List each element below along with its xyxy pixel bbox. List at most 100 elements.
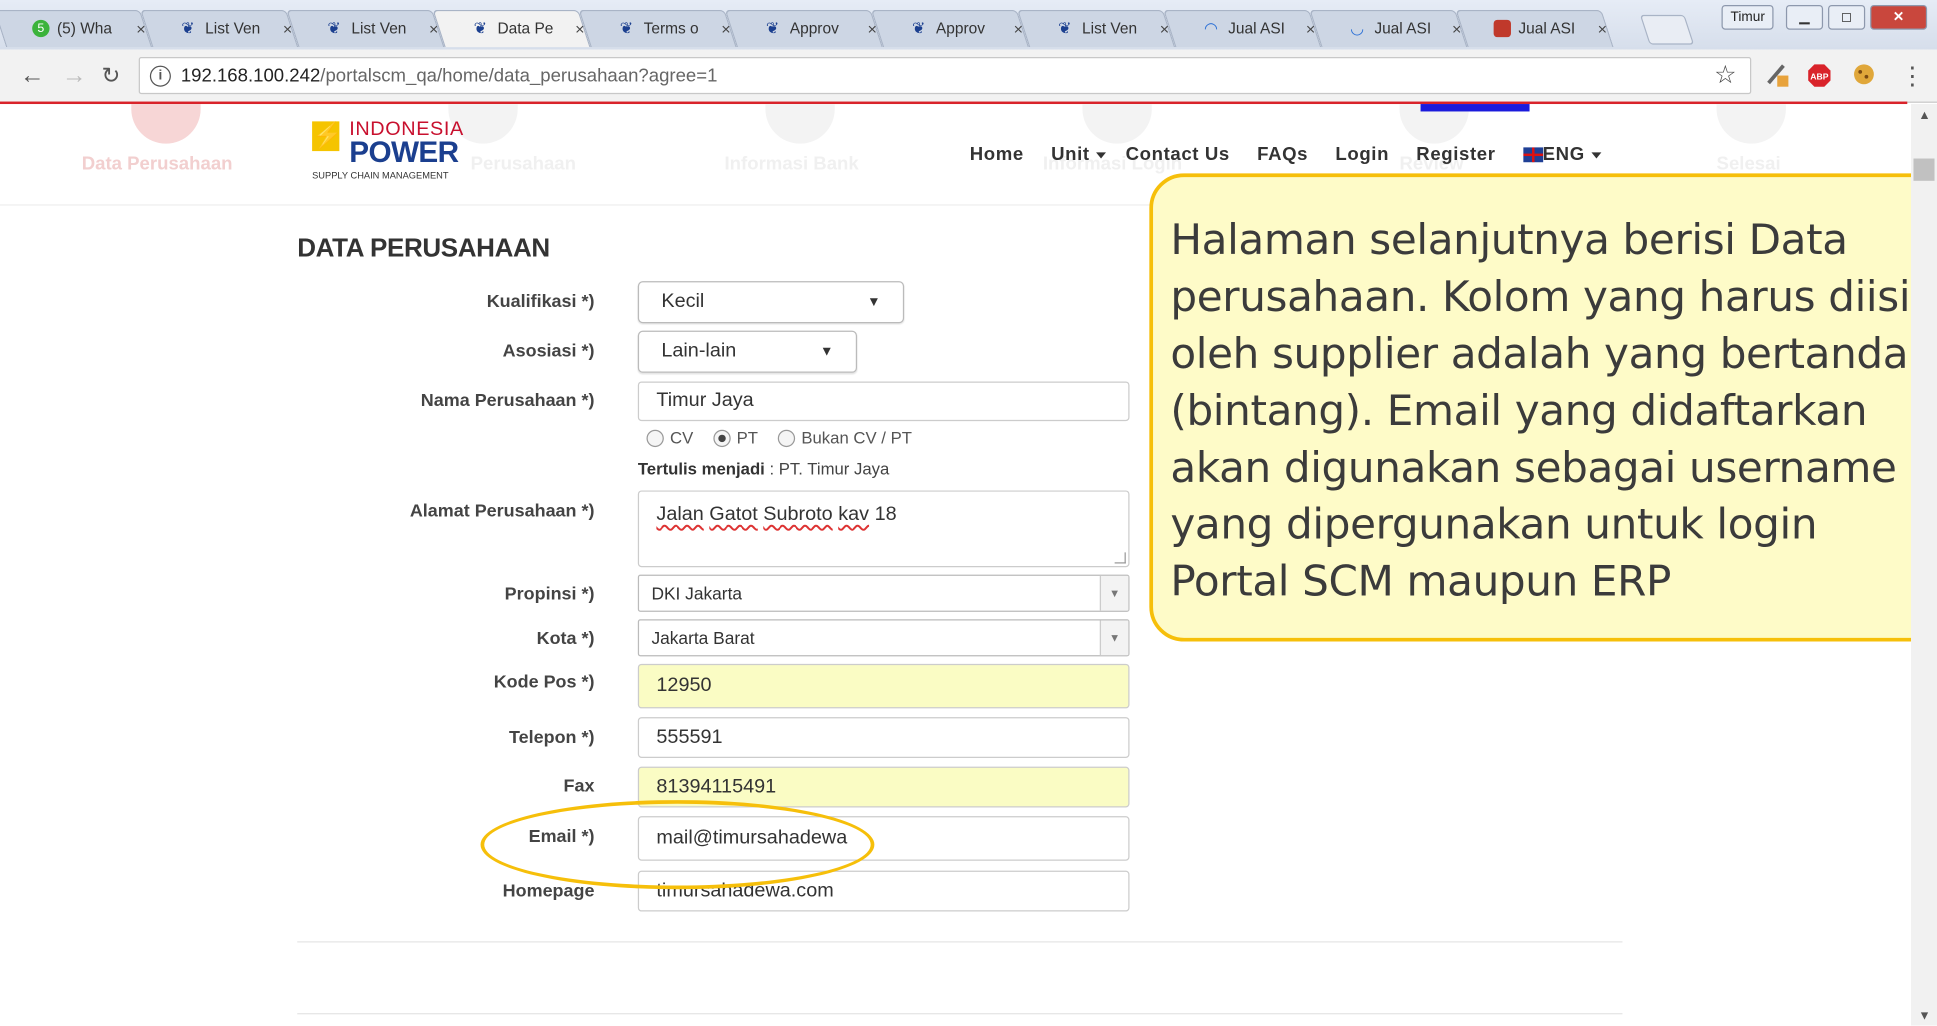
scroll-down-icon[interactable]: ▼	[1918, 1009, 1930, 1023]
radio-cv-label: CV	[670, 428, 694, 448]
nav-language[interactable]: ENG	[1522, 143, 1601, 165]
browser-tab[interactable]: ❦ List Ven ×	[1016, 9, 1176, 48]
step-label: Perusahaan	[470, 153, 576, 175]
alamat-label: Alamat Perusahaan *)	[409, 501, 595, 522]
browser-tab[interactable]: ❦ List Ven ×	[286, 9, 445, 48]
flame-icon: ❦	[912, 18, 926, 38]
step-indicator	[131, 104, 201, 144]
asosiasi-select[interactable]: Lain-lain ▼	[637, 330, 858, 373]
alamat-word: Subroto	[763, 504, 833, 526]
cookie-extension-icon[interactable]	[1853, 63, 1875, 85]
browser-tab[interactable]: ◡ Jual ASI ×	[1309, 9, 1468, 48]
tab-title: List Ven	[1082, 19, 1138, 38]
scroll-up-icon[interactable]: ▲	[1918, 109, 1930, 123]
form-divider	[297, 941, 1623, 943]
tertulis-label: Tertulis menjadi	[637, 459, 765, 479]
minimize-button[interactable]: ▁	[1785, 4, 1824, 30]
resize-grip-icon[interactable]	[1114, 552, 1126, 564]
tertulis-value: : PT. Timur Jaya	[769, 459, 890, 479]
adblock-plus-icon[interactable]: ABP	[1807, 63, 1832, 88]
callout-text: Halaman selanjutnya berisi Data perusaha…	[1170, 215, 1937, 607]
kualifikasi-select[interactable]: Kecil ▼	[637, 281, 905, 324]
step-indicator	[1716, 104, 1786, 144]
alamat-word: 18	[874, 504, 897, 526]
step-label: Informasi Bank	[724, 153, 859, 175]
profile-button[interactable]: Timur	[1721, 4, 1774, 30]
nav-unit-label: Unit	[1051, 143, 1090, 165]
url-path: /portalscm_qa/home/data_perusahaan?agree…	[320, 65, 718, 87]
whatsapp-icon: 5	[32, 19, 50, 38]
page-scrollbar[interactable]: ▲ ▼	[1911, 104, 1937, 1026]
browser-tab[interactable]: ◠ Jual ASI ×	[1163, 9, 1322, 48]
caret-down-icon	[1095, 151, 1106, 158]
step-label: Data Perusahaan	[81, 153, 233, 175]
kota-value: Jakarta Barat	[651, 627, 755, 648]
nav-login[interactable]: Login	[1335, 144, 1389, 165]
nav-faqs[interactable]: FAQs	[1257, 144, 1308, 165]
browser-tab[interactable]: ❦ Terms o ×	[578, 9, 737, 48]
browser-tab[interactable]: ❦ Approv ×	[724, 9, 883, 48]
logo-line3: SUPPLY CHAIN MANAGEMENT	[312, 169, 449, 181]
browser-tab[interactable]: Jual ASI ×	[1455, 9, 1614, 48]
tab-title: Approv	[935, 19, 985, 38]
eyedropper-extension-icon[interactable]	[1764, 61, 1791, 88]
telepon-input[interactable]: 555591	[637, 717, 1130, 758]
tab-title: Jual ASI	[1518, 19, 1576, 38]
page-title: DATA PERUSAHAAN	[297, 234, 550, 263]
dropdown-arrow-icon: ▼	[1099, 620, 1129, 656]
nav-contact[interactable]: Contact Us	[1126, 144, 1230, 165]
step-indicator	[1082, 104, 1152, 144]
nav-unit[interactable]: Unit	[1051, 144, 1106, 165]
browser-tab-strip: 5 (5) Wha × ❦ List Ven × ❦ List Ven × ❦ Data Pe…	[0, 0, 1937, 50]
kualifikasi-value: Kecil	[661, 291, 705, 313]
flame-icon: ❦	[765, 18, 780, 38]
nav-home[interactable]: Home	[970, 144, 1024, 165]
kota-select[interactable]: Jakarta Barat ▼	[637, 619, 1130, 657]
browser-tab[interactable]: ❦ List Ven ×	[140, 9, 299, 48]
telepon-label: Telepon *)	[509, 728, 595, 749]
nav-register[interactable]: Register	[1416, 144, 1495, 165]
step-indicator	[765, 104, 835, 144]
tab-title: List Ven	[351, 19, 407, 38]
forward-icon[interactable]: →	[62, 62, 87, 90]
uk-flag-icon	[1522, 147, 1543, 163]
alamat-textarea[interactable]: Jalan Gatot Subroto kav 18	[637, 490, 1130, 568]
url-host: 192.168.100.242	[180, 65, 321, 87]
propinsi-value: DKI Jakarta	[651, 583, 743, 604]
radio-bukan-label: Bukan CV / PT	[801, 428, 912, 448]
svg-text:ABP: ABP	[1810, 71, 1829, 81]
close-window-button[interactable]: ✕	[1870, 4, 1928, 30]
propinsi-select[interactable]: DKI Jakarta ▼	[637, 574, 1130, 612]
indonesia-power-logo[interactable]: ⚡ INDONESIA POWER SUPPLY CHAIN MANAGEMEN…	[312, 119, 473, 183]
tab-title: Jual ASI	[1374, 19, 1432, 38]
browser-tab[interactable]: ❦ Approv ×	[870, 9, 1030, 48]
alamat-word: kav	[838, 504, 870, 526]
email-highlight-ellipse	[480, 800, 875, 890]
nama-perusahaan-input[interactable]: Timur Jaya	[637, 381, 1130, 422]
new-tab-button[interactable]	[1639, 14, 1695, 45]
tutorial-callout: Halaman selanjutnya berisi Data perusaha…	[1149, 173, 1937, 642]
radio-bukan[interactable]	[777, 429, 796, 447]
maximize-button[interactable]: ◻	[1828, 4, 1866, 30]
asosiasi-value: Lain-lain	[661, 340, 737, 362]
info-icon[interactable]: i	[149, 65, 171, 87]
kode-pos-input[interactable]: 12950	[637, 663, 1130, 709]
reload-icon[interactable]: ↻	[102, 63, 121, 89]
flame-icon: ❦	[473, 18, 488, 38]
homepage-label: Homepage	[502, 881, 595, 902]
browser-tab-active[interactable]: ❦ Data Pe ×	[432, 9, 591, 48]
nav-language-label: ENG	[1542, 143, 1585, 165]
radio-cv[interactable]	[646, 429, 664, 447]
close-tab-icon[interactable]: ×	[1598, 19, 1607, 38]
active-step-bar	[1420, 104, 1530, 112]
browser-menu-icon[interactable]: ⋮	[1900, 61, 1925, 92]
flame-icon: ❦	[619, 18, 634, 38]
logo-line2: POWER	[349, 136, 459, 170]
address-bar[interactable]: i 192.168.100.242/portalscm_qa/home/data…	[138, 56, 1752, 95]
radio-pt[interactable]	[713, 429, 731, 447]
browser-tab[interactable]: 5 (5) Wha ×	[0, 9, 153, 48]
scrollbar-thumb[interactable]	[1913, 158, 1935, 181]
bookmark-star-icon[interactable]: ☆	[1714, 59, 1736, 90]
dropdown-arrow-icon: ▼	[867, 294, 881, 310]
back-icon[interactable]: ←	[20, 62, 45, 90]
